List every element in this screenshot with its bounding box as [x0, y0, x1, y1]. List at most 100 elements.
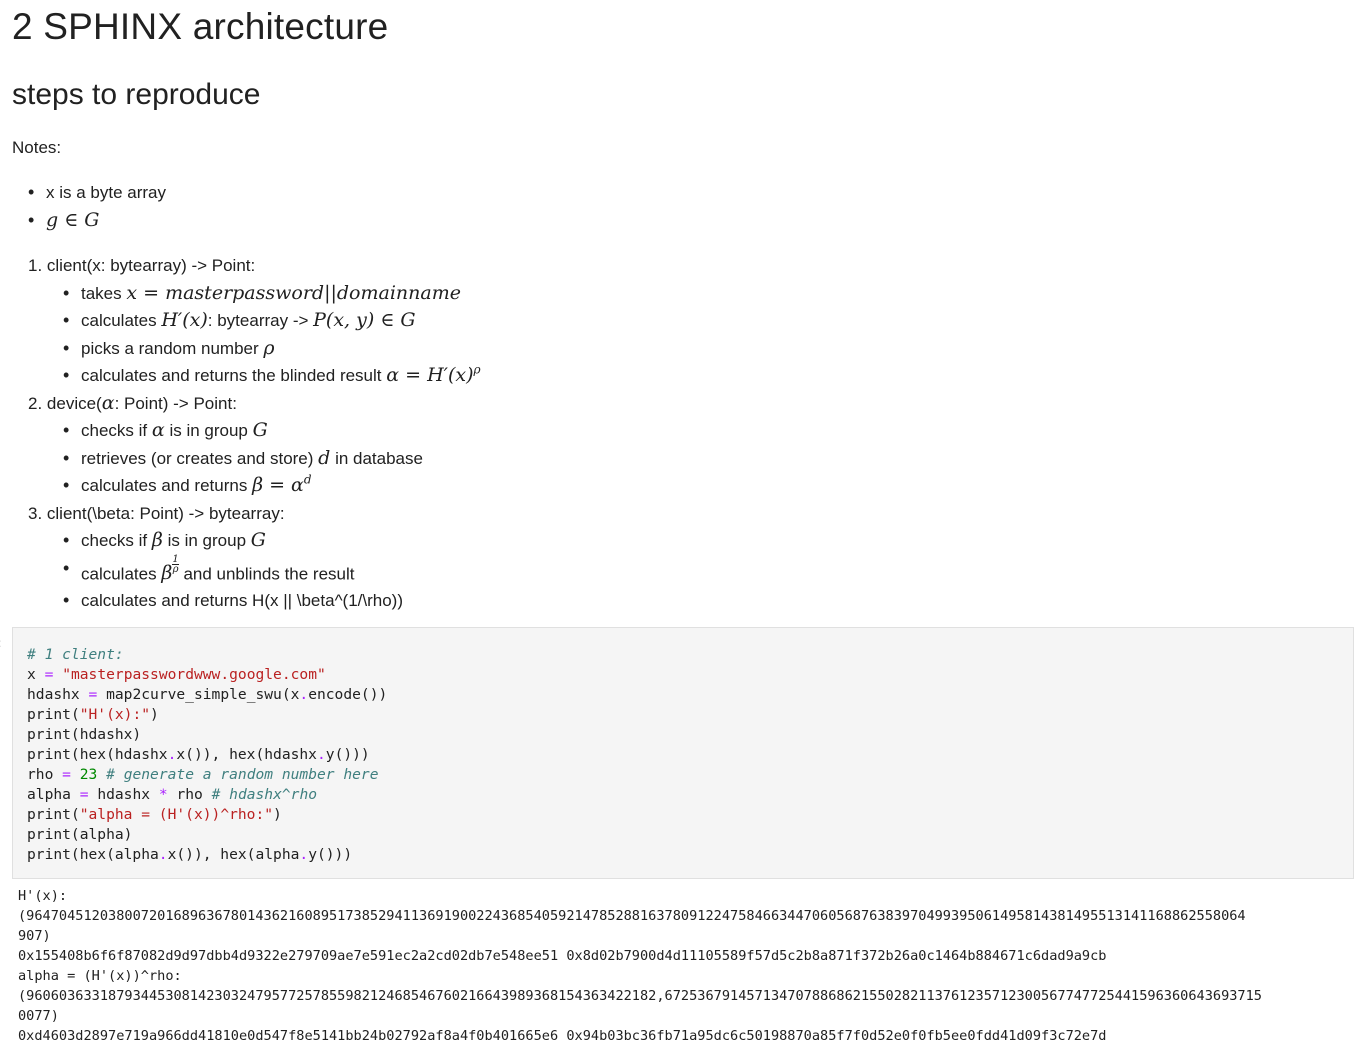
code-token: hdashx	[27, 686, 80, 703]
code-token: map2curve_simple_swu(x	[106, 686, 300, 703]
step-math: β	[151, 529, 163, 551]
step-math: H′(x)	[161, 309, 208, 331]
math-exponent: ρ	[473, 362, 481, 377]
output-line: 0xd4603d2897e719a966dd41810e0d547f8e5141…	[18, 1028, 1107, 1044]
note-text: x is a byte array	[46, 183, 166, 202]
step-text: : bytearray ->	[207, 311, 309, 330]
code-comment: # hdashx^rho	[211, 786, 318, 803]
step-math: G	[252, 419, 268, 441]
math-base: β	[161, 561, 173, 584]
code-token: encode())	[308, 686, 388, 703]
code-token: x()), hex(hdashx	[176, 746, 317, 763]
code-number: 23	[79, 766, 98, 783]
step-math: β = αd	[252, 474, 312, 496]
steps-list: 1. client(x: bytearray) -> Point: takes …	[28, 252, 481, 615]
step-title: device(	[46, 393, 102, 413]
fraction-numerator: 1	[172, 553, 179, 565]
step-text: in database	[335, 448, 423, 468]
step-item: calculates and returns the blinded resul…	[63, 362, 481, 390]
step-item: calculates and returns β = αd	[63, 472, 481, 500]
step-text: checks if	[81, 421, 148, 440]
step-text: calculates and returns the blinded resul…	[81, 366, 382, 385]
step-math: α = H′(x)ρ	[386, 364, 480, 386]
output-line: 0x155408b6f6f87082d9d97dbb4d9322e279709a…	[18, 948, 1107, 964]
code-token: print	[27, 706, 71, 723]
notes-list: x is a byte array g ∈ G	[28, 179, 166, 234]
code-comment: # 1 client:	[27, 646, 124, 663]
cell-prompt-marker: :	[0, 636, 1, 650]
step-item: picks a random number ρ	[63, 335, 481, 363]
step-text: calculates and returns	[81, 476, 248, 495]
code-token: print(hdashx)	[27, 726, 142, 743]
step-3: 3. client(\beta: Point) -> bytearray: ch…	[28, 500, 481, 615]
code-token: x()), hex(alpha	[167, 846, 300, 863]
step-text: calculates and returns H(x || \beta^(1/\…	[81, 591, 403, 611]
step-title: : Point) -> Point:	[114, 393, 237, 413]
code-comment: # generate a random number here	[106, 766, 379, 783]
code-token: y()))	[308, 846, 353, 863]
code-token: print(hex(alpha	[27, 846, 159, 863]
step-math: β1ρ	[161, 554, 179, 584]
step-title: client(x: bytearray) -> Point:	[46, 256, 256, 275]
step-text: takes	[81, 283, 122, 303]
notebook-page: 2 SPHINX architecture steps to reproduce…	[0, 0, 1366, 1055]
step-item: takes x = masterpassword||domainname	[63, 280, 481, 308]
output-line: (964704512038007201689636780143621608951…	[18, 908, 1246, 924]
code-string: "alpha = (H'(x))^rho:"	[79, 806, 274, 823]
output-line: alpha = (H'(x))^rho:	[18, 968, 182, 984]
code-token: y()))	[325, 746, 370, 763]
math-base: α = H′(x)	[386, 364, 474, 386]
code-token: rho	[176, 786, 203, 803]
code-token: hdashx	[97, 786, 151, 803]
subsection-heading: steps to reproduce	[12, 78, 261, 111]
section-heading: 2 SPHINX architecture	[12, 6, 389, 47]
cell-output: H'(x): (96470451203800720168963678014362…	[18, 886, 1362, 1046]
step-item: retrieves (or creates and store) d in da…	[63, 445, 481, 473]
math-fraction-exponent: 1ρ	[172, 553, 179, 575]
note-item: x is a byte array	[28, 179, 166, 207]
step-text: retrieves (or creates and store)	[81, 448, 314, 468]
step-text: calculates	[81, 563, 157, 583]
step-text: and unblinds the result	[183, 563, 355, 583]
step-item: calculates and returns H(x || \beta^(1/\…	[63, 587, 481, 615]
step-text: is in group	[169, 421, 248, 440]
code-cell[interactable]: # 1 client: x = "masterpasswordwww.googl…	[12, 627, 1354, 879]
math-exponent: d	[303, 472, 312, 487]
step-item: checks if α is in group G	[63, 417, 481, 445]
step-item: checks if β is in group G	[63, 527, 481, 555]
math-base: β = α	[252, 474, 304, 496]
code-editor[interactable]: # 1 client: x = "masterpasswordwww.googl…	[27, 645, 387, 865]
step-title: client(\beta: Point) -> bytearray:	[46, 503, 285, 523]
notes-label: Notes:	[12, 138, 62, 157]
note-math: g ∈ G	[46, 208, 100, 231]
step-text: checks if	[81, 531, 148, 550]
code-token: x	[27, 666, 36, 683]
code-token: print	[27, 806, 71, 823]
output-line: 0077)	[18, 1008, 59, 1024]
note-item: g ∈ G	[28, 207, 166, 235]
output-line: 907)	[18, 928, 51, 944]
output-line: H'(x):	[18, 888, 68, 904]
code-token: rho	[27, 766, 54, 783]
step-sublist: checks if α is in group G retrieves (or …	[28, 417, 481, 500]
code-string: "masterpasswordwww.google.com"	[62, 666, 326, 683]
code-token: print(hex(hdashx	[27, 746, 168, 763]
step-1: 1. client(x: bytearray) -> Point: takes …	[28, 252, 481, 390]
step-item: calculates β1ρ and unblinds the result	[63, 554, 481, 588]
step-item: calculates H′(x): bytearray -> P(x, y) ∈…	[63, 307, 481, 335]
step-text: picks a random number	[81, 338, 259, 358]
code-string: "H'(x):"	[79, 706, 151, 723]
step-math: α	[151, 419, 165, 441]
step-math: x = masterpassword||domainname	[126, 281, 461, 304]
code-token: print(alpha)	[27, 826, 133, 843]
fraction-denominator: ρ	[172, 563, 179, 575]
step-2: 2. device(α: Point) -> Point: checks if …	[28, 390, 481, 500]
step-sublist: checks if β is in group G calculates β1ρ…	[28, 527, 481, 615]
code-token: alpha	[27, 786, 71, 803]
step-sublist: takes x = masterpassword||domainname cal…	[28, 280, 481, 390]
step-math: P(x, y) ∈ G	[313, 309, 416, 331]
step-math: G	[250, 529, 266, 551]
step-text: calculates	[81, 311, 157, 330]
step-math: d	[318, 446, 331, 469]
output-line: (960603633187934453081423032479577257855…	[18, 988, 1262, 1004]
